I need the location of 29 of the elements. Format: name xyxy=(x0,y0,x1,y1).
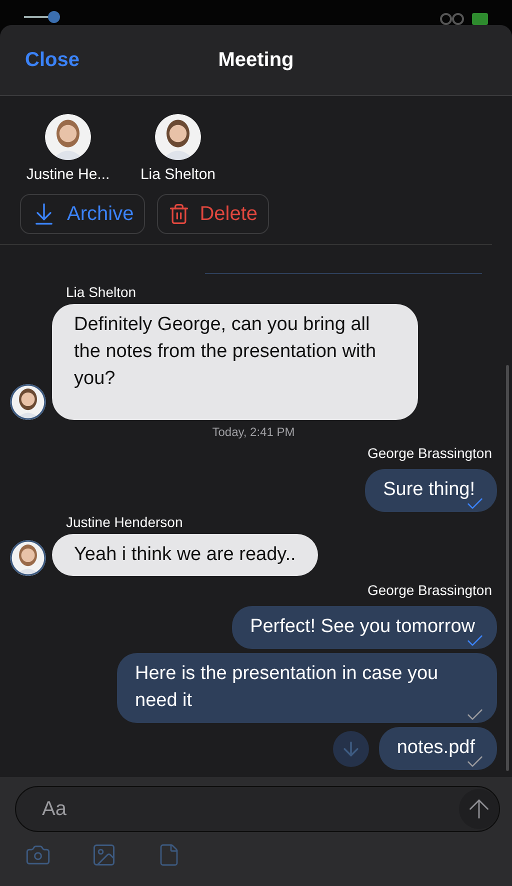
archive-button[interactable]: Archive xyxy=(20,194,145,234)
sender-name: Lia Shelton xyxy=(66,284,136,300)
avatar xyxy=(10,384,46,420)
sender-name: George Brassington xyxy=(367,445,492,461)
close-button[interactable]: Close xyxy=(25,48,80,72)
window-title: Meeting xyxy=(218,48,294,72)
message-bubble: Definitely George, can you bring all the notes from the presentation with you? xyxy=(52,304,418,420)
avatar xyxy=(155,114,201,160)
timestamp: Today, 2:41 PM xyxy=(212,425,295,439)
message-bubble: Yeah i think we are ready.. xyxy=(52,534,318,576)
message-input[interactable]: Aa xyxy=(40,796,459,822)
message-field[interactable]: Aa xyxy=(15,786,500,832)
status-icon xyxy=(440,11,488,25)
avatar xyxy=(10,540,46,576)
message-bubble: Perfect! See you tomorrow xyxy=(232,606,497,649)
image-icon[interactable] xyxy=(91,842,117,868)
trash-icon xyxy=(168,203,190,225)
participant-name: Justine He... xyxy=(26,166,110,183)
message-bubble: Sure thing! xyxy=(365,469,497,512)
avatar xyxy=(45,114,91,160)
file-bubble[interactable]: notes.pdf xyxy=(378,727,497,770)
scrollbar[interactable] xyxy=(506,365,509,771)
delete-button[interactable]: Delete xyxy=(156,194,269,234)
sender-name: Justine Henderson xyxy=(66,514,183,530)
download-button[interactable] xyxy=(332,730,369,766)
send-button[interactable] xyxy=(459,789,499,829)
sender-name: George Brassington xyxy=(367,582,492,598)
participant-name: Lia Shelton xyxy=(140,166,216,183)
message-bubble: Here is the presentation in case you need it xyxy=(117,653,497,723)
